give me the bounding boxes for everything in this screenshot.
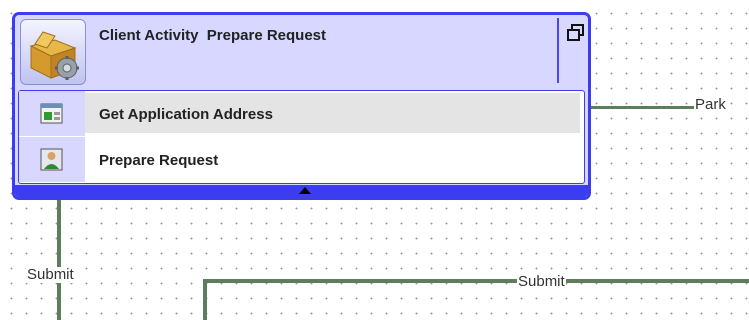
list-item-get-application-address[interactable]: Get Application Address: [19, 91, 584, 136]
list-item-label: Prepare Request: [99, 152, 219, 169]
collapse-arrow-icon[interactable]: [299, 187, 311, 194]
submit-label-left: Submit: [26, 266, 75, 283]
park-label: Park: [694, 96, 727, 113]
client-activity-node[interactable]: Client Activity Prepare Request Get Appl: [12, 12, 591, 200]
workflow-canvas[interactable]: { "node": { "title": "Client Activity Pr…: [0, 0, 749, 320]
list-item-label: Get Application Address: [99, 106, 273, 123]
application-address-icon: [19, 91, 85, 136]
node-header[interactable]: Client Activity Prepare Request: [15, 15, 588, 88]
activity-step-list: Get Application Address Prepare Request: [18, 90, 585, 184]
header-divider: [557, 18, 559, 83]
user-request-icon: [19, 137, 85, 182]
node-footer-collapse[interactable]: [15, 185, 588, 197]
submit-connector-right-vertical[interactable]: [203, 279, 207, 320]
restore-icon[interactable]: [566, 23, 586, 43]
park-connector[interactable]: [591, 105, 701, 108]
submit-connector-left[interactable]: [57, 200, 61, 320]
submit-label-right: Submit: [517, 273, 566, 290]
submit-connector-right-horizontal[interactable]: [203, 279, 749, 283]
package-gear-icon: [20, 19, 86, 85]
list-item-prepare-request[interactable]: Prepare Request: [19, 137, 584, 182]
node-title: Client Activity Prepare Request: [99, 27, 327, 44]
